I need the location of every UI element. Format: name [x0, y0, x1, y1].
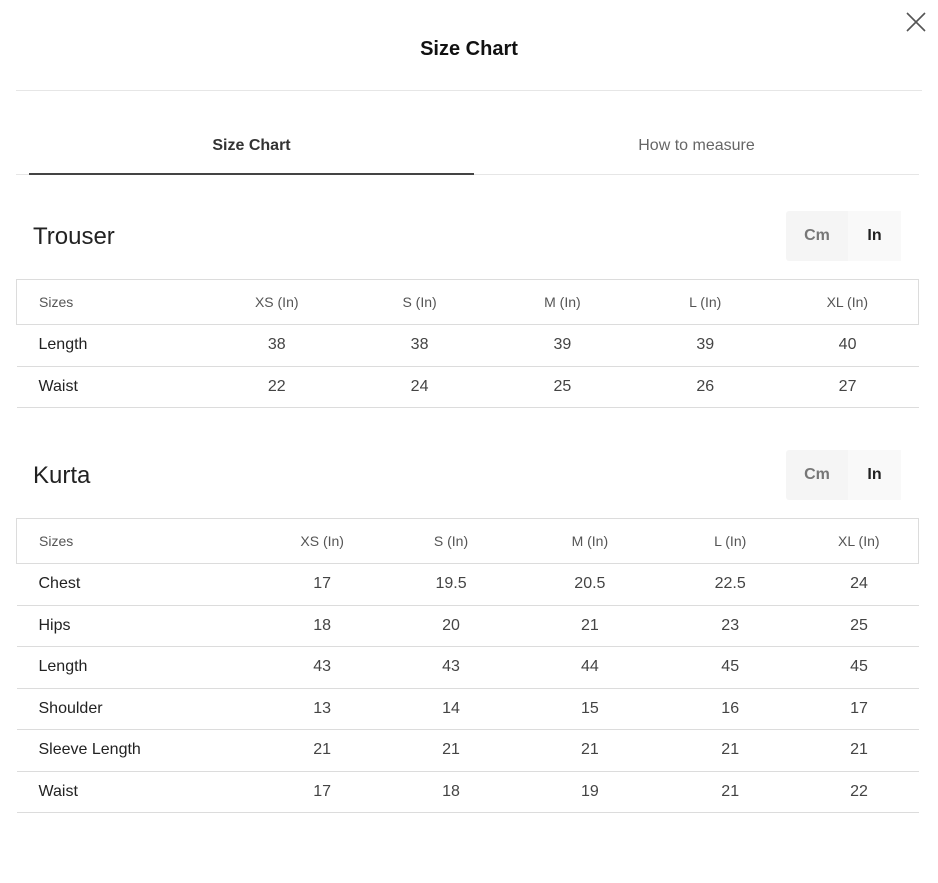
measurement-label: Length	[16, 646, 262, 689]
measurement-value: 14	[383, 688, 519, 730]
measurement-value: 21	[660, 771, 800, 813]
measurement-value: 17	[799, 688, 919, 730]
kurta-unit-in-button[interactable]: In	[848, 450, 901, 500]
measurement-value: 25	[799, 605, 919, 647]
kurta-unit-cm-button[interactable]: Cm	[786, 450, 848, 500]
measurement-value: 18	[383, 771, 519, 813]
measurement-value: 22.5	[660, 563, 800, 606]
measurement-value: 38	[348, 324, 491, 367]
kurta-section-header: Kurta Cm In	[16, 450, 919, 502]
measurement-value: 24	[799, 563, 919, 606]
table-row: Waist 22 24 25 26 27	[16, 366, 919, 408]
measurement-value: 21	[518, 729, 661, 772]
measurement-value: 17	[261, 771, 384, 813]
kurta-size-table: Sizes XS (In) S (In) M (In) L (In) XL (In) Che…	[16, 518, 919, 813]
measurement-value: 16	[660, 688, 800, 730]
measurement-value: 43	[261, 646, 384, 689]
trouser-unit-in-button[interactable]: In	[848, 211, 901, 261]
measurement-value: 45	[799, 646, 919, 689]
column-header: S (In)	[383, 518, 519, 564]
measurement-value: 15	[518, 688, 661, 730]
measurement-label: Chest	[16, 563, 262, 606]
tab-bar: Size Chart How to measure	[16, 118, 919, 175]
trouser-section-header: Trouser Cm In	[16, 211, 919, 263]
measurement-value: 25	[490, 366, 634, 408]
column-header: XS (In)	[205, 279, 349, 325]
measurement-value: 21	[799, 729, 919, 772]
measurement-value: 22	[205, 366, 349, 408]
measurement-value: 23	[660, 605, 800, 647]
table-row: Sleeve Length 21 21 21 21 21	[16, 729, 919, 772]
measurement-value: 40	[776, 324, 919, 367]
measurement-label: Length	[16, 324, 206, 367]
measurement-label: Waist	[16, 366, 206, 408]
trouser-unit-cm-button[interactable]: Cm	[786, 211, 848, 261]
measurement-value: 20.5	[518, 563, 661, 606]
kurta-title: Kurta	[33, 462, 91, 489]
measurement-value: 39	[633, 324, 777, 367]
trouser-size-table: Sizes XS (In) S (In) M (In) L (In) XL (In) Len…	[16, 279, 919, 408]
measurement-label: Shoulder	[16, 688, 262, 730]
table-row: Length 43 43 44 45 45	[16, 646, 919, 689]
tab-size-chart[interactable]: Size Chart	[29, 118, 474, 175]
measurement-value: 39	[490, 324, 634, 367]
table-row: Shoulder 13 14 15 16 17	[16, 688, 919, 730]
size-chart-modal: Size Chart Size Chart How to measure Tro…	[0, 0, 938, 883]
table-row: Length 38 38 39 39 40	[16, 324, 919, 367]
measurement-value: 19	[518, 771, 661, 813]
column-header: Sizes	[16, 518, 262, 564]
measurement-value: 13	[261, 688, 384, 730]
column-header: XS (In)	[261, 518, 384, 564]
measurement-value: 17	[261, 563, 384, 606]
column-header: Sizes	[16, 279, 206, 325]
measurement-label: Sleeve Length	[16, 729, 262, 772]
measurement-label: Hips	[16, 605, 262, 647]
measurement-label: Waist	[16, 771, 262, 813]
measurement-value: 44	[518, 646, 661, 689]
close-icon	[906, 12, 926, 32]
measurement-value: 38	[205, 324, 349, 367]
table-row: Chest 17 19.5 20.5 22.5 24	[16, 563, 919, 606]
measurement-value: 45	[660, 646, 800, 689]
column-header: XL (In)	[799, 518, 919, 564]
table-row: Hips 18 20 21 23 25	[16, 605, 919, 647]
measurement-value: 22	[799, 771, 919, 813]
measurement-value: 18	[261, 605, 384, 647]
tab-how-to-measure[interactable]: How to measure	[474, 118, 919, 174]
measurement-value: 21	[383, 729, 519, 772]
close-button[interactable]	[904, 10, 928, 34]
table-header-row: Sizes XS (In) S (In) M (In) L (In) XL (In)	[16, 279, 919, 325]
measurement-value: 19.5	[383, 563, 519, 606]
measurement-value: 21	[660, 729, 800, 772]
measurement-value: 24	[348, 366, 491, 408]
measurement-value: 21	[518, 605, 661, 647]
trouser-title: Trouser	[33, 223, 115, 250]
column-header: XL (In)	[776, 279, 919, 325]
table-row: Waist 17 18 19 21 22	[16, 771, 919, 813]
modal-header: Size Chart	[16, 0, 926, 91]
measurement-value: 20	[383, 605, 519, 647]
column-header: M (In)	[490, 279, 634, 325]
table-header-row: Sizes XS (In) S (In) M (In) L (In) XL (In)	[16, 518, 919, 564]
measurement-value: 27	[776, 366, 919, 408]
modal-title: Size Chart	[420, 38, 518, 60]
column-header: L (In)	[660, 518, 800, 564]
kurta-unit-toggle: Cm In	[786, 450, 901, 500]
measurement-value: 21	[261, 729, 384, 772]
trouser-unit-toggle: Cm In	[786, 211, 901, 261]
measurement-value: 26	[633, 366, 777, 408]
column-header: L (In)	[633, 279, 777, 325]
column-header: S (In)	[348, 279, 491, 325]
measurement-value: 43	[383, 646, 519, 689]
column-header: M (In)	[518, 518, 661, 564]
